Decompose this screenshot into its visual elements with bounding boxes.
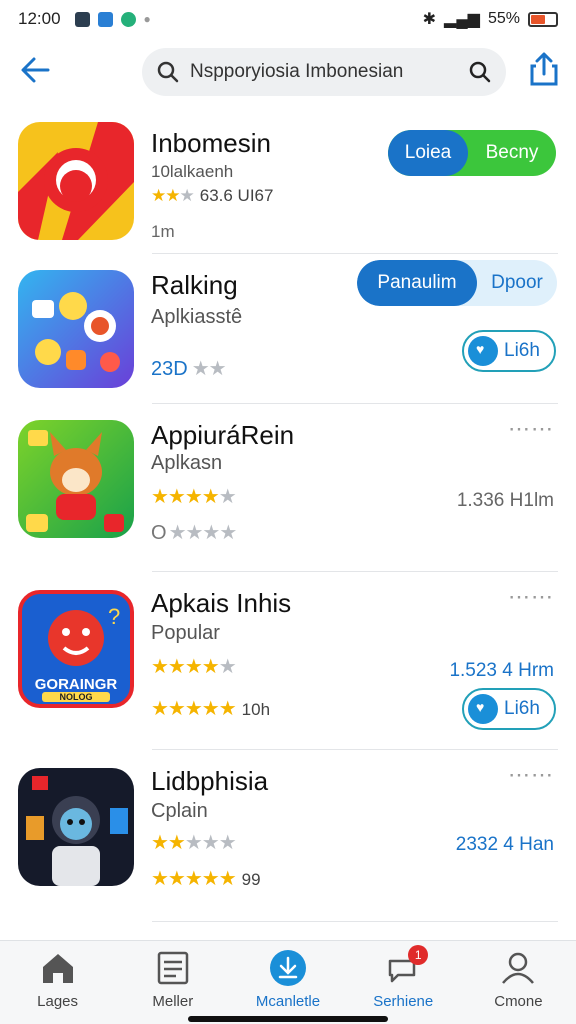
- primary-action-button[interactable]: Panaulim: [357, 260, 477, 306]
- app-subtitle: Aplkiasstê: [151, 306, 243, 328]
- app-meta: 1m: [151, 222, 175, 241]
- app-list: Inbomesin 10lalkaenh ★★★ 63.6 UI67 1m Loi…: [0, 112, 576, 922]
- download-count: 2332 4 Han: [455, 834, 554, 855]
- secondary-action-button[interactable]: Becny: [468, 130, 556, 176]
- back-arrow-icon[interactable]: [16, 50, 56, 90]
- secondary-rating: ★★★★★ 99: [151, 868, 261, 890]
- rating: ★★★ 63.6 UI67: [151, 186, 274, 205]
- heart-icon: [468, 336, 498, 366]
- download-icon: [270, 950, 306, 986]
- like-button-label: Li6h: [504, 340, 540, 361]
- person-icon: [502, 952, 535, 984]
- nav-label: Meller: [152, 993, 194, 1010]
- nav-label: Serhiene: [373, 993, 434, 1010]
- like-button-label: Li6h: [504, 698, 540, 719]
- nav-item-home[interactable]: Lages: [0, 941, 115, 1024]
- home-icon: [42, 954, 73, 983]
- search-icon: [157, 61, 179, 83]
- app-name[interactable]: Lidbphisia: [151, 766, 268, 797]
- nav-item-download[interactable]: Mcanletle: [230, 941, 345, 1024]
- dot-icon: ●: [143, 12, 151, 26]
- icon-sublabel: NOLOG: [42, 692, 110, 702]
- rating-label: 10h: [241, 700, 271, 719]
- status-bar: 12:00 ● ✱ ▂▄▆ 55%: [0, 0, 576, 38]
- rating: 23D ★★: [151, 358, 227, 380]
- app-name[interactable]: Inbomesin: [151, 128, 271, 159]
- action-button-group: Panaulim Dpoor: [357, 260, 557, 306]
- bell-icon: 1: [384, 945, 429, 987]
- search-icon[interactable]: [468, 60, 492, 84]
- rating-label: 63.6 UI67: [199, 186, 274, 205]
- rating-label: O: [151, 522, 167, 544]
- app-subtitle: 10lalkaenh: [151, 162, 234, 181]
- list-item[interactable]: Inbomesin 10lalkaenh ★★★ 63.6 UI67 1m Loi…: [0, 112, 576, 254]
- rating-label: 99: [241, 870, 261, 889]
- app-icon[interactable]: [18, 768, 134, 886]
- nav-item-notifications[interactable]: 1 Serhiene: [346, 941, 461, 1024]
- list-item[interactable]: ? GORAINGR NOLOG Apkais Inhis Popular ★★…: [0, 572, 576, 750]
- notification-icon: [120, 11, 136, 27]
- app-icon[interactable]: ? GORAINGR NOLOG: [18, 590, 134, 708]
- action-button-group: Loiea Becny: [388, 130, 556, 176]
- nav-item-profile[interactable]: Cmone: [461, 941, 576, 1024]
- primary-action-button[interactable]: Loiea: [388, 130, 468, 176]
- nav-label: Cmone: [494, 993, 543, 1010]
- app-subtitle: Cplain: [151, 800, 208, 822]
- list-item[interactable]: Lidbphisia Cplain ★★★★★ ★★★★★ 99 ⋯⋯ 2332 …: [0, 750, 576, 922]
- share-icon[interactable]: [524, 50, 564, 90]
- bottom-navigation: Lages Meller Mcanletle 1 Serhiene Cmone: [0, 940, 576, 1024]
- more-options-icon[interactable]: ⋯⋯: [508, 416, 554, 442]
- secondary-action-button[interactable]: Dpoor: [477, 260, 557, 306]
- notification-icon: [74, 11, 90, 27]
- icon-label: GORAINGR: [34, 676, 118, 693]
- secondary-rating: ★★★★★ 10h: [151, 698, 271, 720]
- app-name[interactable]: AppiuráRein: [151, 420, 294, 451]
- secondary-rating: O ★★★★: [151, 522, 237, 544]
- app-subtitle: Aplkasn: [151, 452, 223, 474]
- status-time: 12:00: [18, 9, 61, 28]
- more-options-icon[interactable]: ⋯⋯: [508, 762, 554, 788]
- app-icon[interactable]: [18, 270, 134, 388]
- app-icon[interactable]: [18, 122, 134, 240]
- home-indicator: [188, 1016, 388, 1022]
- svg-text:?: ?: [108, 604, 120, 629]
- battery-percent: 55%: [487, 10, 520, 27]
- signal-icon: ▂▄▆: [444, 11, 480, 28]
- notification-icon: [97, 11, 113, 27]
- rating: ★★★★★: [151, 656, 237, 678]
- like-button[interactable]: Li6h: [462, 330, 556, 372]
- app-name[interactable]: Apkais Inhis: [151, 588, 291, 619]
- bluetooth-icon: ✱: [422, 11, 437, 28]
- nav-item-list[interactable]: Meller: [115, 941, 230, 1024]
- divider: [152, 921, 558, 922]
- rating-label: 23D: [151, 358, 188, 380]
- app-name[interactable]: Ralking: [151, 270, 238, 301]
- notification-badge: 1: [408, 945, 429, 965]
- download-count: 1.336 H1lm: [456, 490, 554, 511]
- heart-icon: [468, 694, 498, 724]
- search-query: Nspporyiosia Imbonesian: [190, 61, 404, 82]
- search-input[interactable]: Nspporyiosia Imbonesian: [142, 48, 506, 96]
- like-button[interactable]: Li6h: [462, 688, 556, 730]
- app-icon[interactable]: [18, 420, 134, 538]
- download-count: 1.523 4 Hrm: [449, 660, 554, 681]
- list-item[interactable]: AppiuráRein Aplkasn ★★★★★ O ★★★★ ⋯⋯ 1.336…: [0, 404, 576, 572]
- list-item[interactable]: Ralking Aplkiasstê 23D ★★ Panaulim Dpoor …: [0, 254, 576, 404]
- top-bar: Nspporyiosia Imbonesian: [0, 40, 576, 102]
- rating: ★★★★★: [151, 486, 237, 508]
- list-icon: [157, 951, 189, 985]
- more-options-icon[interactable]: ⋯⋯: [508, 584, 554, 610]
- rating: ★★★★★: [151, 832, 237, 854]
- nav-label: Mcanletle: [255, 993, 321, 1010]
- nav-label: Lages: [37, 993, 79, 1010]
- battery-icon: [528, 11, 558, 27]
- app-subtitle: Popular: [151, 622, 220, 644]
